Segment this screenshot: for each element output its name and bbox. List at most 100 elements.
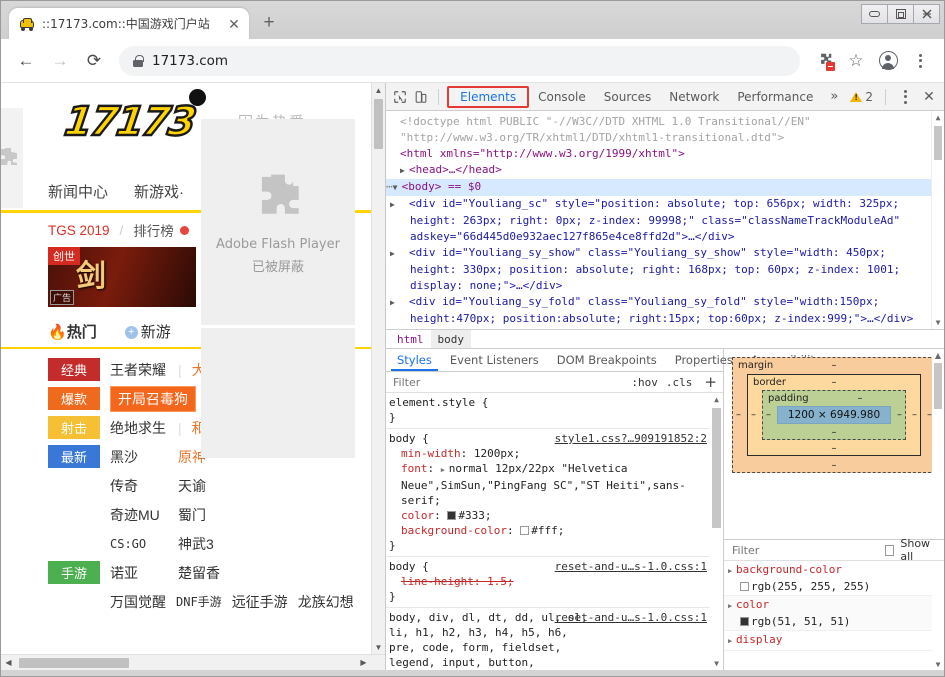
warning-counter[interactable]: 2 <box>846 90 877 104</box>
margin-top-value[interactable]: – <box>733 360 935 371</box>
game-name-2[interactable]: 蜀门 <box>178 505 206 525</box>
game-name[interactable]: 黑沙 <box>110 447 168 467</box>
dom-html-line[interactable]: <html xmlns="http://www.w3.org/1999/xhtm… <box>386 146 944 162</box>
computed-scrollbar[interactable]: ▼ <box>932 561 944 670</box>
scroll-down-arrow-icon[interactable]: ▼ <box>932 316 944 329</box>
declaration-overridden[interactable]: line-height: 1.5; <box>389 574 709 589</box>
ad-banner[interactable]: 创世 剑 广告 <box>48 247 196 307</box>
rule-source-link[interactable]: style1.css?…909191852:2 <box>555 431 707 446</box>
declaration[interactable]: color: #333; <box>389 508 709 523</box>
dom-scroll-thumb[interactable] <box>934 126 942 160</box>
scroll-up-arrow-icon[interactable]: ▲ <box>932 349 944 361</box>
margin-bottom-value[interactable]: – <box>733 460 935 471</box>
nav-item-newgames[interactable]: 新游戏· <box>134 181 184 202</box>
game-name-2[interactable]: 楚留香 <box>178 563 220 583</box>
row-badge[interactable]: 手游 <box>48 561 100 584</box>
tab-console[interactable]: Console <box>529 83 595 110</box>
game-name-highlight[interactable]: 开局召毒狗 <box>110 385 196 412</box>
dom-node-line[interactable]: ▶ <div id="Youliang_sy_fold" class="Youli… <box>386 294 944 327</box>
forward-button[interactable]: → <box>45 46 75 76</box>
game-name-2[interactable]: 天谕 <box>178 476 206 496</box>
horizontal-scroll-thumb[interactable] <box>19 658 129 668</box>
game-name[interactable]: 王者荣耀 <box>110 360 168 380</box>
color-swatch[interactable] <box>520 526 530 535</box>
row-badge[interactable]: 经典 <box>48 358 100 381</box>
declaration[interactable]: background-color: #fff; <box>389 523 709 538</box>
devtools-close-button[interactable]: ✕ <box>918 86 940 108</box>
more-tabs-button[interactable]: » <box>824 89 844 104</box>
rule-selector[interactable]: body { <box>389 560 429 573</box>
box-model-margin[interactable]: margin – – – – border – – – – padding – … <box>732 357 936 473</box>
game-name-2[interactable]: DNF手游 <box>176 593 222 610</box>
border-right-value[interactable]: – <box>912 410 917 421</box>
margin-left-value[interactable]: – <box>736 410 741 421</box>
scroll-down-arrow-icon[interactable]: ▼ <box>710 657 723 670</box>
padding-left-value[interactable]: – <box>766 410 771 421</box>
devtools-menu-button[interactable] <box>894 86 916 108</box>
tab-dom-breakpoints[interactable]: DOM Breakpoints <box>548 349 666 371</box>
page-horizontal-scrollbar[interactable]: ◀ ▶ <box>1 654 385 670</box>
game-name[interactable]: 诺亚 <box>110 563 168 583</box>
minimize-button[interactable] <box>861 4 888 24</box>
inspect-element-button[interactable] <box>390 85 409 109</box>
page-vertical-scrollbar[interactable]: ▲ ▼ <box>371 83 385 654</box>
reload-button[interactable]: ⟳ <box>79 46 109 76</box>
box-model-padding[interactable]: padding – – – – 1200 × 6949.980 <box>762 390 906 440</box>
scroll-up-arrow-icon[interactable]: ▲ <box>932 111 944 124</box>
computed-property[interactable]: ▶ display <box>724 631 944 651</box>
new-tab-button[interactable]: + <box>255 9 283 37</box>
nav-rankings[interactable]: 排行榜 <box>133 220 174 240</box>
scroll-down-arrow-icon[interactable]: ▼ <box>372 640 385 654</box>
rule-source-link[interactable]: reset-and-u…s-1.0.css:1 <box>555 559 707 574</box>
dom-node-line[interactable]: ▶<div id="Youliang_qp_fold" class="Youli… <box>386 327 944 329</box>
rule-selector[interactable]: element.style { <box>389 395 709 410</box>
tab-newgame[interactable]: 新游 <box>141 324 171 341</box>
row-badge[interactable]: 爆款 <box>48 387 100 410</box>
styles-scroll-thumb[interactable] <box>712 408 721 528</box>
vertical-scroll-thumb[interactable] <box>374 99 383 149</box>
dom-tree[interactable]: <!doctype html PUBLIC "-//W3C//DTD XHTML… <box>386 111 944 329</box>
browser-menu-button[interactable] <box>906 47 934 75</box>
styles-scrollbar[interactable]: ▲ ▼ <box>710 393 723 670</box>
game-name[interactable]: 奇迹MU <box>110 505 168 525</box>
cls-toggle[interactable]: .cls <box>666 376 693 389</box>
bookmark-button[interactable]: ☆ <box>842 47 870 75</box>
nav-item-news[interactable]: 新闻中心 <box>48 181 108 202</box>
game-name[interactable]: 绝地求生 <box>110 418 168 438</box>
extensions-button[interactable] <box>810 47 838 75</box>
declaration[interactable]: font: ▶ normal 12px/22px "Helvetica Neue"… <box>389 461 709 508</box>
tab-styles[interactable]: Styles <box>388 349 441 371</box>
dom-node-line[interactable]: ▶ <div id="Youliang_sy_show" class="Youli… <box>386 245 944 294</box>
row-badge[interactable]: 射击 <box>48 416 100 439</box>
window-close-button[interactable] <box>913 4 940 24</box>
breadcrumb-body[interactable]: body <box>430 330 471 348</box>
dom-tree-scrollbar[interactable]: ▲ ▼ <box>931 111 944 329</box>
nav-tgs-2019[interactable]: TGS 2019 <box>48 223 110 238</box>
hov-toggle[interactable]: :hov <box>631 376 658 389</box>
rule-selector[interactable]: body { <box>389 432 429 445</box>
row-badge[interactable]: 最新 <box>48 445 100 468</box>
padding-top-value[interactable]: – <box>763 393 905 404</box>
game-name[interactable]: 万国觉醒 <box>110 592 166 612</box>
tab-performance[interactable]: Performance <box>728 83 822 110</box>
address-bar[interactable]: 17173.com <box>119 45 800 76</box>
game-name-4[interactable]: 龙族幻想 <box>298 592 354 612</box>
game-name[interactable]: CS:GO <box>110 537 168 551</box>
padding-bottom-value[interactable]: – <box>763 427 905 438</box>
site-logo[interactable]: 17173 <box>61 98 199 147</box>
dom-node-line[interactable]: ▶ <div id="Youliang_sc" style="position: … <box>386 196 944 245</box>
computed-property[interactable]: ▶ color rgb(51, 51, 51) <box>724 596 944 631</box>
new-style-rule-button[interactable]: + <box>700 374 721 390</box>
box-model-scrollbar[interactable]: ▲ <box>932 349 944 539</box>
dom-head-line[interactable]: ▶ <head>…</head> <box>386 162 944 179</box>
dom-body-line[interactable]: ⋯▼ <body> == $0 <box>386 179 944 196</box>
tab-sources[interactable]: Sources <box>595 83 660 110</box>
scroll-up-arrow-icon[interactable]: ▲ <box>372 83 385 97</box>
border-left-value[interactable]: – <box>751 410 756 421</box>
tab-close-icon[interactable]: ✕ <box>225 15 243 33</box>
box-model-border[interactable]: border – – – – padding – – – – 1200 × 69… <box>747 374 921 456</box>
declaration[interactable]: min-width: 1200px; <box>389 446 709 461</box>
game-name-2[interactable]: 神武3 <box>178 534 214 554</box>
profile-button[interactable] <box>874 47 902 75</box>
padding-right-value[interactable]: – <box>897 410 902 421</box>
